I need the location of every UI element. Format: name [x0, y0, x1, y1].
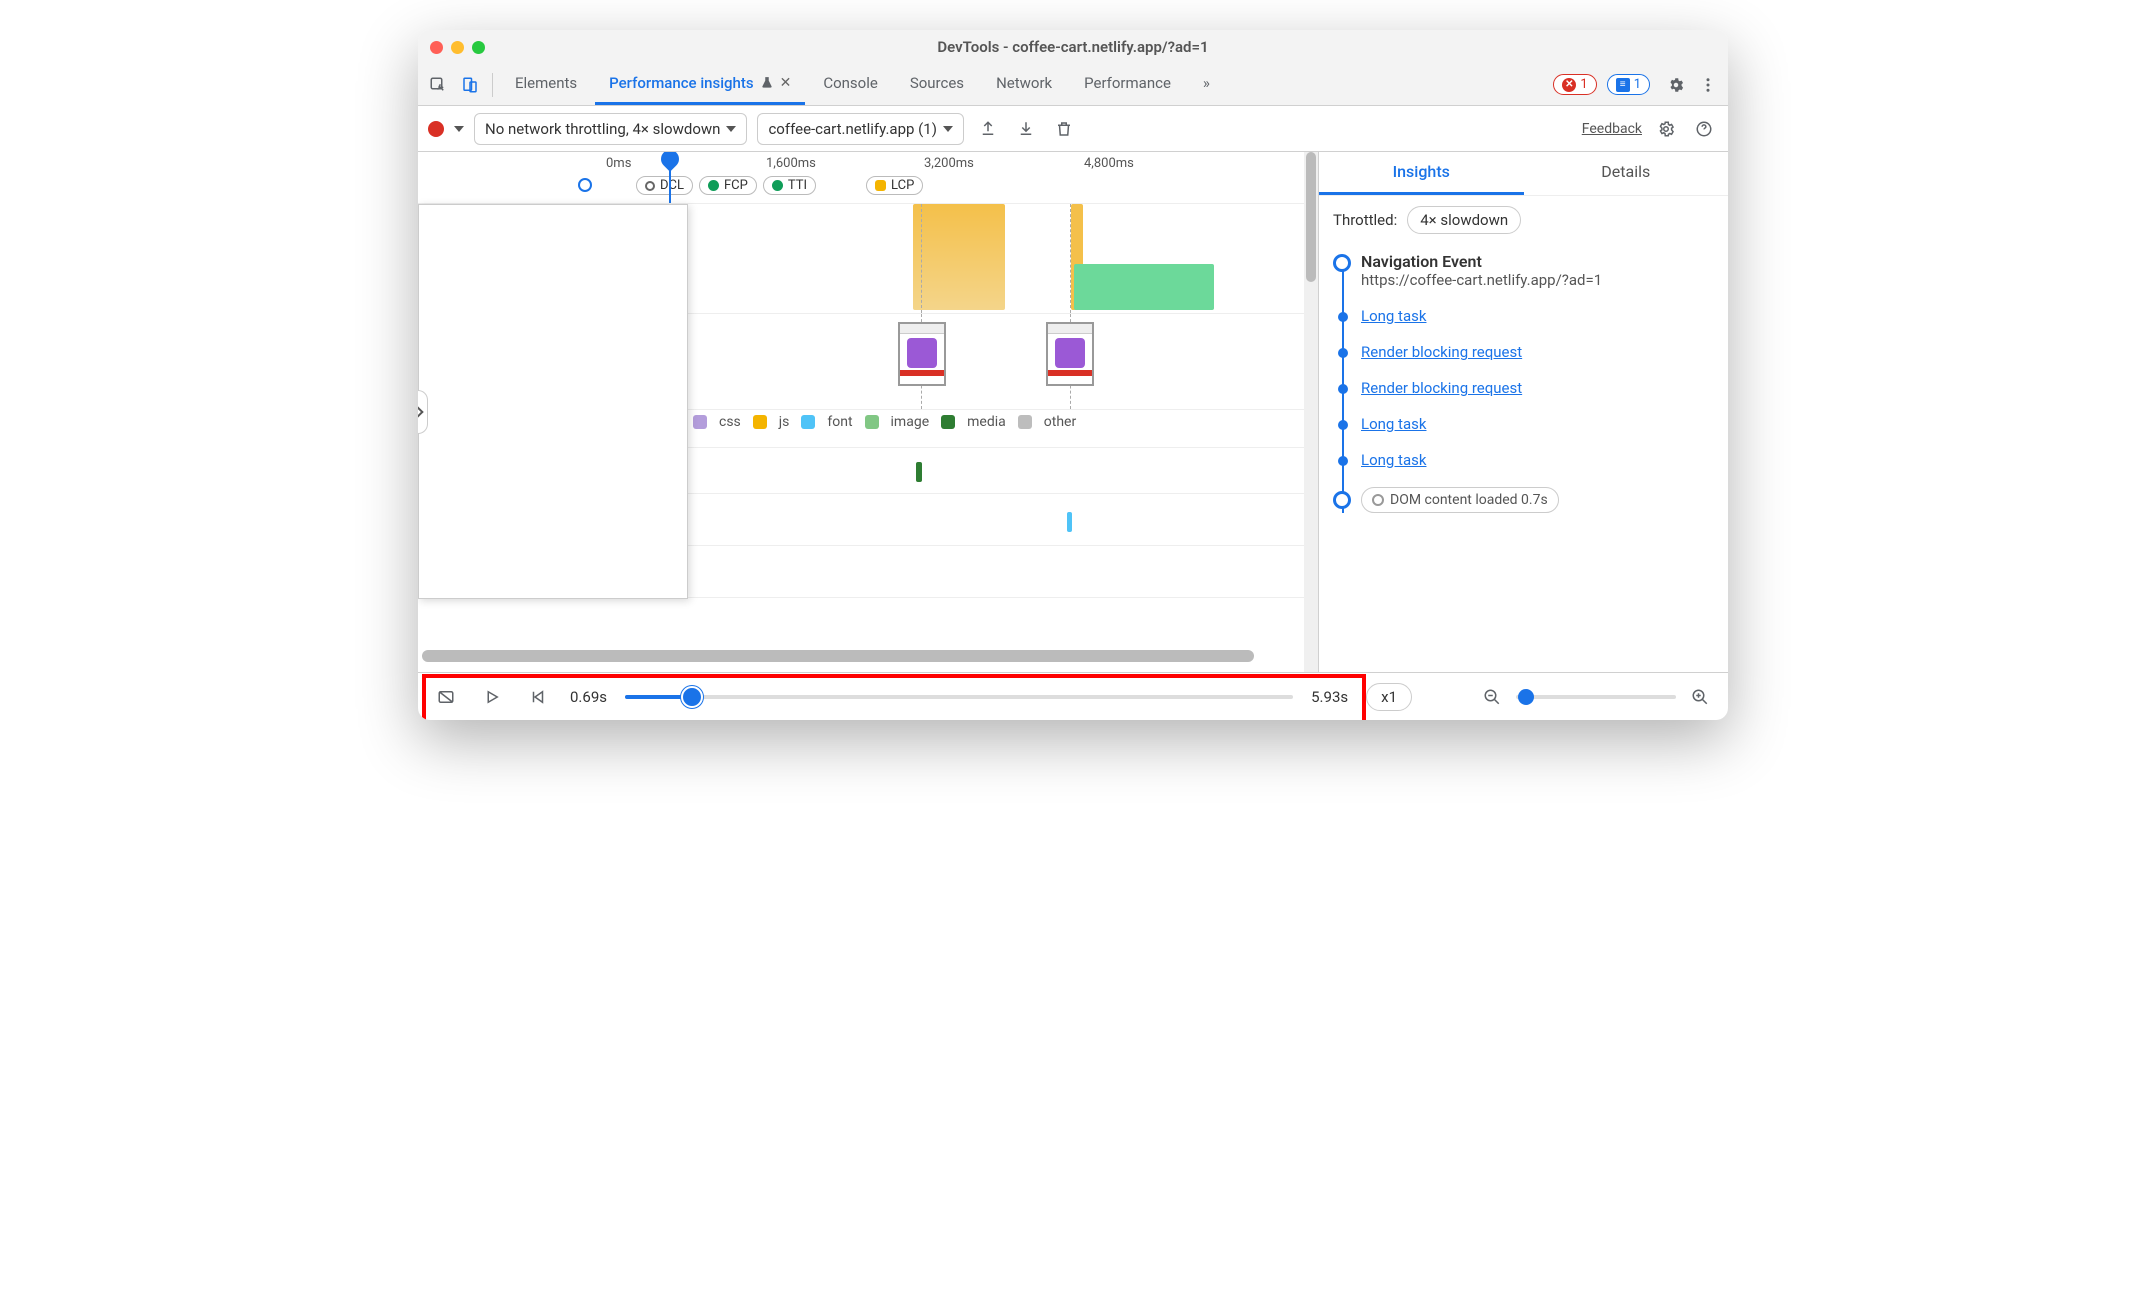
insights-sidepanel: Insights Details Throttled: 4× slowdown …: [1318, 152, 1728, 672]
device-toolbar-icon[interactable]: [456, 71, 484, 99]
dom-content-loaded-pill[interactable]: DOM content loaded 0.7s: [1361, 487, 1559, 513]
frame-line: [1070, 204, 1071, 313]
window-zoom-button[interactable]: [472, 41, 485, 54]
devtools-tabbar: Elements Performance insights ✕ Console …: [418, 64, 1728, 106]
errors-badge[interactable]: ✕1: [1553, 74, 1596, 95]
inspect-element-icon[interactable]: [424, 71, 452, 99]
window-minimize-button[interactable]: [451, 41, 464, 54]
throttled-label: Throttled:: [1333, 211, 1397, 229]
zoom-in-icon[interactable]: [1686, 683, 1714, 711]
marker-fcp[interactable]: FCP: [699, 176, 757, 195]
playback-slider[interactable]: [625, 695, 1293, 699]
import-icon[interactable]: [1012, 115, 1040, 143]
help-icon[interactable]: [1690, 115, 1718, 143]
zoom-slider[interactable]: [1516, 695, 1676, 699]
horizontal-scrollbar[interactable]: [422, 650, 1298, 662]
navigation-event-title: Navigation Event: [1361, 252, 1714, 271]
record-button[interactable]: [428, 121, 444, 137]
resource-legend: css js font image media other: [693, 414, 1076, 430]
side-tab-details[interactable]: Details: [1524, 152, 1729, 195]
time-tick: 0ms: [606, 156, 631, 171]
tab-performance-insights[interactable]: Performance insights ✕: [595, 64, 805, 105]
insight-link-long-task[interactable]: Long task: [1361, 307, 1426, 325]
settings-icon[interactable]: [1662, 71, 1690, 99]
playback-speed[interactable]: x1: [1366, 683, 1412, 711]
export-icon[interactable]: [974, 115, 1002, 143]
marker-dcl[interactable]: DCL: [636, 176, 693, 195]
filmstrip-thumb[interactable]: [898, 322, 946, 386]
more-icon[interactable]: [1694, 71, 1722, 99]
frame-line: [921, 204, 922, 313]
timeline-bullet: [1338, 312, 1348, 322]
zoom-out-icon[interactable]: [1478, 683, 1506, 711]
playback-footer: 0.69s 5.93s x1: [418, 672, 1728, 720]
nav-start-marker: [578, 178, 592, 192]
insight-link-long-task[interactable]: Long task: [1361, 415, 1426, 433]
side-tab-insights[interactable]: Insights: [1319, 152, 1524, 195]
window-title: DevTools - coffee-cart.netlify.app/?ad=1: [418, 38, 1728, 56]
layout-block[interactable]: [1074, 264, 1214, 310]
insights-toolbar: No network throttling, 4× slowdown coffe…: [418, 106, 1728, 152]
navigation-event-url: https://coffee-cart.netlify.app/?ad=1: [1361, 271, 1714, 289]
close-tab-icon[interactable]: ✕: [780, 75, 792, 91]
request-block[interactable]: [916, 462, 922, 482]
timeline-bullet-dom: [1333, 491, 1351, 509]
insight-link-long-task[interactable]: Long task: [1361, 451, 1426, 469]
insight-link-render-block[interactable]: Render blocking request: [1361, 343, 1522, 361]
record-menu-caret[interactable]: [454, 126, 464, 132]
request-block[interactable]: [1067, 512, 1072, 532]
time-tick: 3,200ms: [924, 156, 974, 171]
flask-icon: [760, 76, 774, 90]
panel-settings-icon[interactable]: [1652, 115, 1680, 143]
filmstrip-thumb[interactable]: [1046, 322, 1094, 386]
playback-end-time: 5.93s: [1311, 688, 1348, 706]
marker-tti[interactable]: TTI: [763, 176, 816, 195]
throttled-value: 4× slowdown: [1407, 206, 1521, 234]
window-close-button[interactable]: [430, 41, 443, 54]
rewind-icon[interactable]: [524, 683, 552, 711]
tab-elements[interactable]: Elements: [501, 64, 591, 105]
playhead[interactable]: [669, 152, 671, 203]
play-icon[interactable]: [478, 683, 506, 711]
page-select[interactable]: coffee-cart.netlify.app (1): [757, 113, 963, 145]
time-tick: 4,800ms: [1084, 156, 1134, 171]
marker-lcp[interactable]: LCP: [866, 176, 923, 195]
layout-block[interactable]: [913, 204, 1005, 310]
window-titlebar: DevTools - coffee-cart.netlify.app/?ad=1: [418, 30, 1728, 64]
tab-overflow[interactable]: »: [1189, 64, 1224, 105]
delete-icon[interactable]: [1050, 115, 1078, 143]
tab-performance[interactable]: Performance: [1070, 64, 1185, 105]
vertical-scrollbar[interactable]: [1304, 152, 1318, 672]
toggle-visual-preview-icon[interactable]: [432, 683, 460, 711]
timeline-bullet-nav: [1333, 254, 1351, 272]
filmstrip-preview-popup: [418, 204, 688, 599]
playback-start-time: 0.69s: [570, 688, 607, 706]
messages-badge[interactable]: ≡1: [1607, 74, 1650, 95]
timeline-area[interactable]: 0ms 1,600ms 3,200ms 4,800ms DCL FCP TTI …: [418, 152, 1318, 672]
throttling-select[interactable]: No network throttling, 4× slowdown: [474, 113, 747, 145]
time-tick: 1,600ms: [766, 156, 816, 171]
feedback-link[interactable]: Feedback: [1582, 121, 1642, 137]
tab-console[interactable]: Console: [809, 64, 892, 105]
tab-sources[interactable]: Sources: [896, 64, 978, 105]
tab-network[interactable]: Network: [982, 64, 1066, 105]
insight-link-render-block[interactable]: Render blocking request: [1361, 379, 1522, 397]
